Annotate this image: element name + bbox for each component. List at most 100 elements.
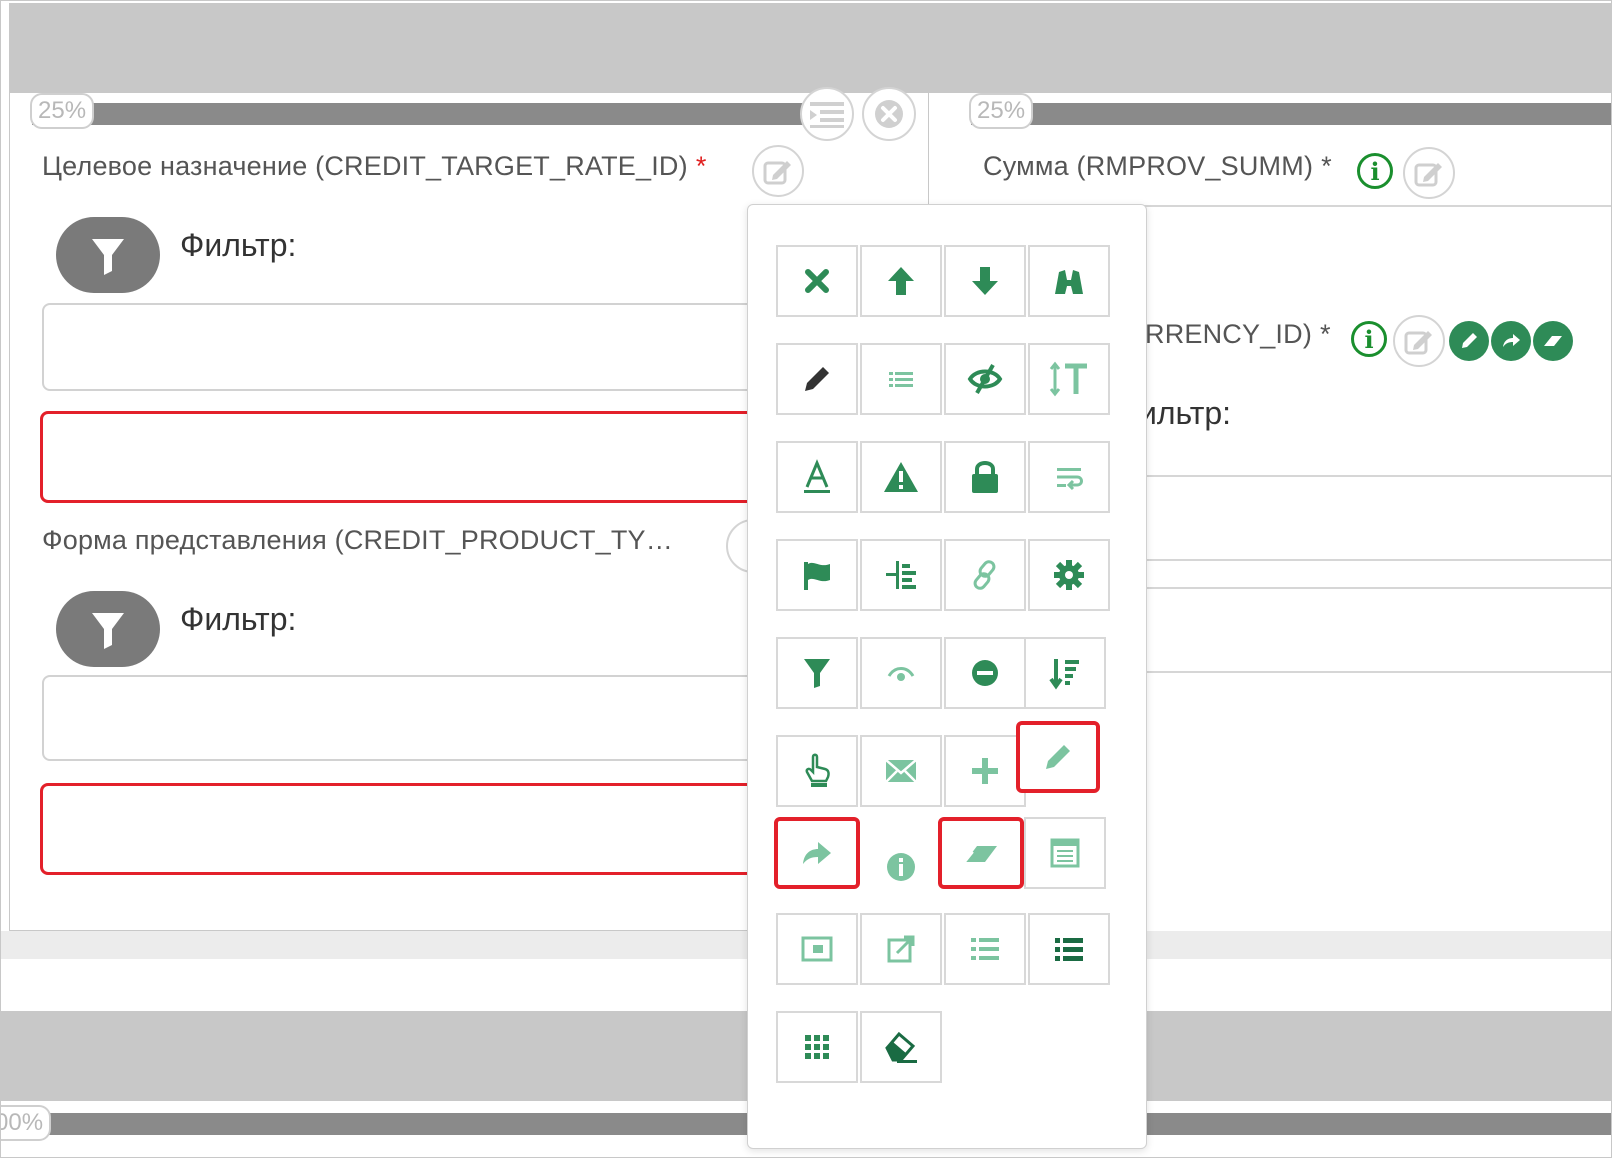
- field-label-sum: Сумма (RMPROV_SUMM) *: [983, 151, 1332, 181]
- tool-clear[interactable]: [860, 1011, 942, 1083]
- tool-click[interactable]: [776, 735, 858, 807]
- field-label-form: Форма представления (CREDIT_PRODUCT_TY…: [42, 525, 673, 555]
- top-band: [9, 3, 1611, 93]
- value-input-invalid[interactable]: [40, 411, 764, 503]
- app-screen: 25% Целевое назначение (CREDIT_TARGET_RA…: [0, 0, 1612, 1158]
- external-link-icon: [887, 935, 915, 963]
- tool-flag[interactable]: [776, 539, 858, 611]
- list-indent-icon: [810, 102, 844, 128]
- info-icon[interactable]: i: [1351, 321, 1387, 357]
- eraser-icon: [1544, 336, 1562, 346]
- tool-info[interactable]: [860, 831, 942, 903]
- share-action-button[interactable]: [1491, 321, 1531, 361]
- tool-text-height[interactable]: [1028, 343, 1110, 415]
- tool-hide[interactable]: [944, 343, 1026, 415]
- tool-font[interactable]: [776, 441, 858, 513]
- bottom-progress-label: 00%: [1, 1105, 52, 1141]
- list-view-button[interactable]: [800, 87, 854, 141]
- list-bold-icon: [1055, 938, 1083, 961]
- tool-visibility[interactable]: [860, 637, 942, 709]
- filter-toggle-button-2[interactable]: [56, 591, 160, 667]
- info-icon[interactable]: i: [1357, 153, 1393, 189]
- divider: [1113, 587, 1611, 589]
- list-ul-icon: [971, 938, 999, 960]
- filter-toggle-button[interactable]: [56, 217, 160, 293]
- link-icon: [973, 560, 996, 590]
- font-icon: [804, 459, 830, 493]
- tool-list-ul[interactable]: [944, 913, 1026, 985]
- warning-icon: [884, 462, 918, 492]
- field-label-target: Целевое назначение (CREDIT_TARGET_RATE_I…: [42, 151, 707, 181]
- hand-pointer-icon: [805, 753, 830, 787]
- tool-link[interactable]: [944, 539, 1026, 611]
- tool-edit-highlighted[interactable]: [1016, 721, 1100, 793]
- gear-icon: [1054, 560, 1084, 590]
- filter-icon: [92, 613, 124, 649]
- flag-icon: [804, 562, 830, 590]
- edit-icon: [1404, 331, 1432, 355]
- divider: [1113, 559, 1611, 561]
- share-icon: [803, 842, 831, 864]
- tool-remove[interactable]: [944, 637, 1026, 709]
- tool-window[interactable]: [776, 913, 858, 985]
- tool-filter[interactable]: [776, 637, 858, 709]
- indent-icon: [886, 561, 916, 589]
- list-icon: [889, 372, 913, 387]
- tool-warning[interactable]: [860, 441, 942, 513]
- filter-label: Фильтр:: [180, 227, 297, 263]
- tool-external-link[interactable]: [860, 913, 942, 985]
- tool-mail[interactable]: [860, 735, 942, 807]
- value-input-invalid-2[interactable]: [40, 783, 764, 875]
- tool-sort[interactable]: [1024, 637, 1106, 709]
- tool-close[interactable]: [776, 245, 858, 317]
- tool-indent[interactable]: [860, 539, 942, 611]
- tool-eraser-highlighted[interactable]: [938, 817, 1024, 889]
- filter-icon: [92, 239, 124, 275]
- text-height-icon: [1049, 361, 1087, 397]
- tool-move-down[interactable]: [944, 245, 1026, 317]
- tool-move-up[interactable]: [860, 245, 942, 317]
- right-progress-bar: [971, 103, 1611, 125]
- edit-field-button-currency[interactable]: [1393, 315, 1445, 367]
- arrow-up-icon: [888, 267, 914, 295]
- filter-input[interactable]: [42, 303, 762, 391]
- tool-share-highlighted[interactable]: [774, 817, 860, 889]
- tool-list[interactable]: [860, 343, 942, 415]
- eraser-icon: [964, 846, 997, 863]
- field-label-currency: RRENCY_ID) *: [1145, 319, 1331, 349]
- edit-icon: [763, 161, 791, 185]
- window-icon: [801, 936, 833, 962]
- share-icon: [1503, 334, 1520, 347]
- table-icon: [1050, 838, 1080, 868]
- lock-icon: [972, 461, 998, 493]
- filter-label-right: ильтр:: [1139, 395, 1232, 431]
- edit-icon: [1414, 163, 1442, 187]
- edit-field-button-sum[interactable]: [1403, 147, 1455, 199]
- tool-wrap[interactable]: [1028, 441, 1110, 513]
- tool-add[interactable]: [944, 735, 1026, 807]
- filter-label-2: Фильтр:: [180, 601, 297, 637]
- left-progress-label: 25%: [30, 93, 95, 129]
- tool-list-bold[interactable]: [1028, 913, 1110, 985]
- minus-circle-icon: [972, 660, 998, 686]
- grid-icon: [805, 1035, 829, 1059]
- pencil-action-button[interactable]: [1449, 321, 1489, 361]
- right-progress-label: 25%: [969, 93, 1034, 129]
- tool-search[interactable]: [1028, 245, 1110, 317]
- sort-desc-icon: [1049, 659, 1079, 690]
- edit-field-button[interactable]: [752, 145, 804, 197]
- tool-grid[interactable]: [776, 1011, 858, 1083]
- eye-icon: [887, 667, 915, 681]
- tool-lock[interactable]: [944, 441, 1026, 513]
- eraser-action-button[interactable]: [1533, 321, 1573, 361]
- close-panel-button[interactable]: [862, 87, 916, 141]
- pencil-icon: [1046, 745, 1070, 769]
- envelope-icon: [885, 759, 917, 783]
- tool-edit[interactable]: [776, 343, 858, 415]
- text-wrap-icon: [1057, 468, 1083, 491]
- tool-table[interactable]: [1024, 817, 1106, 889]
- tool-settings[interactable]: [1028, 539, 1110, 611]
- filter-icon: [804, 659, 830, 688]
- pencil-icon: [805, 367, 829, 391]
- filter-input-2[interactable]: [42, 675, 762, 761]
